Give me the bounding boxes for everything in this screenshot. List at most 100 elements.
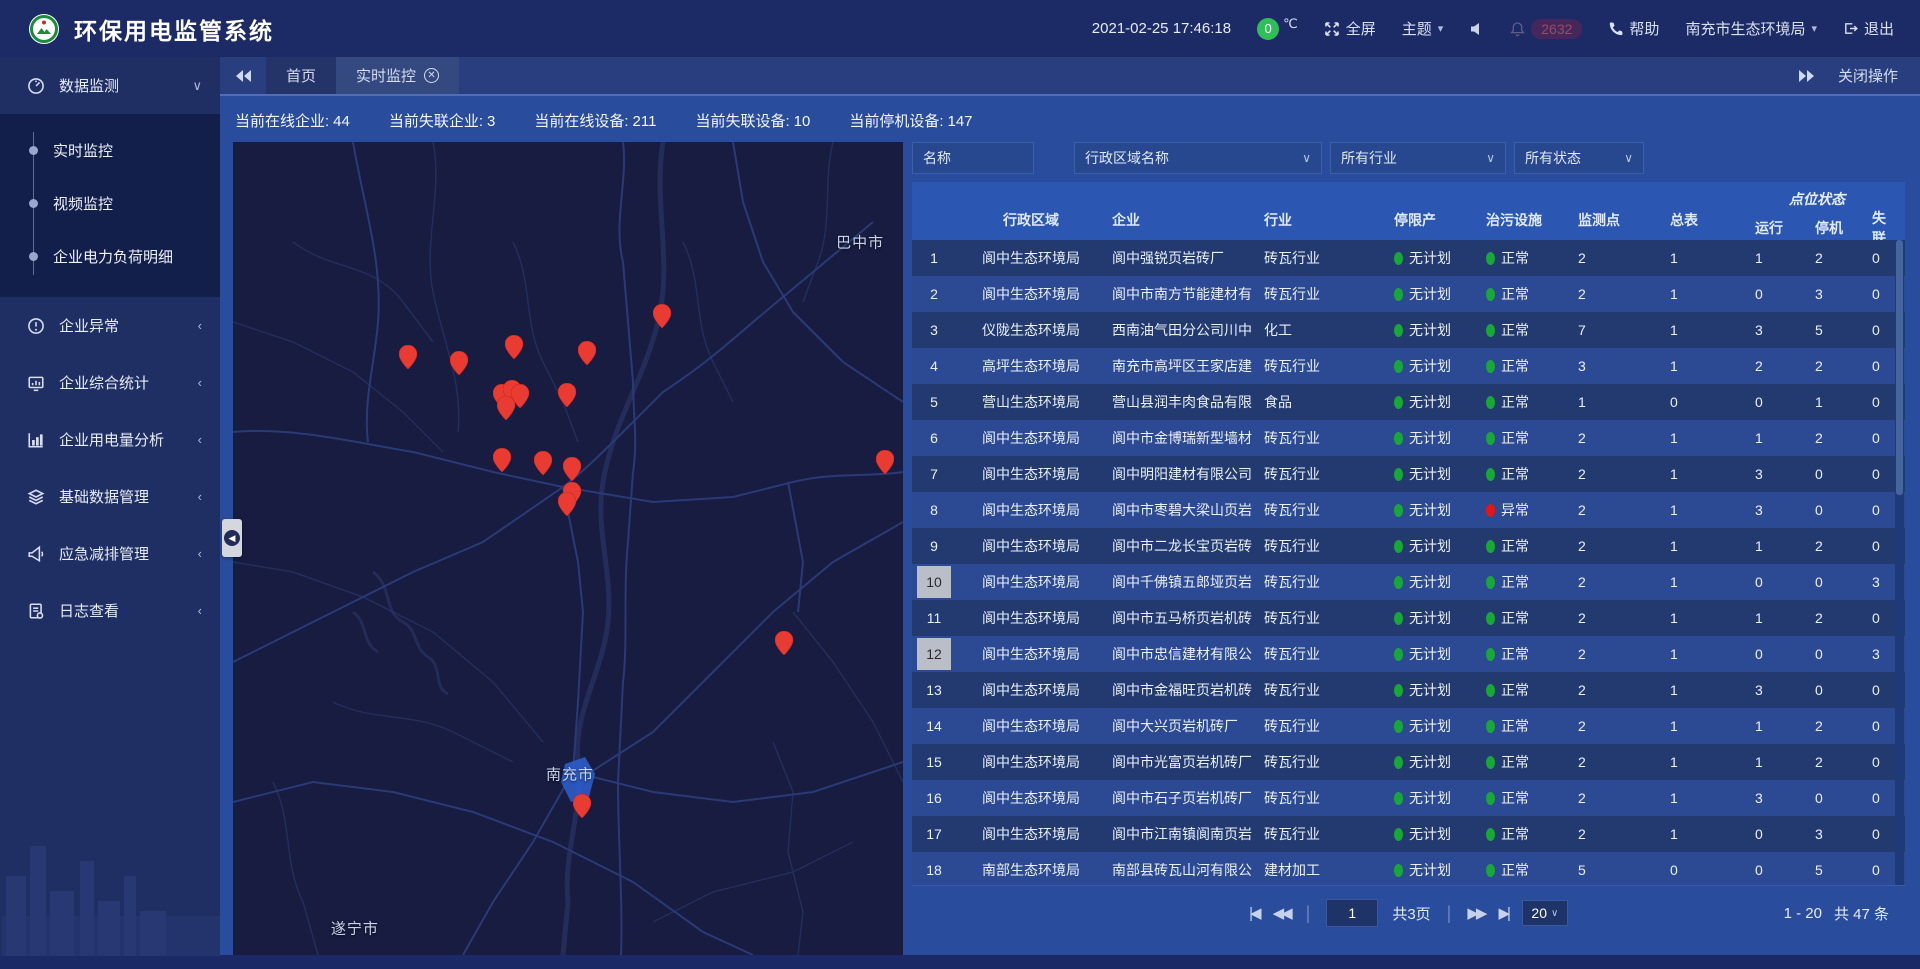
cell-company[interactable]: 阆中市石子页岩机砖厂 <box>1106 788 1258 808</box>
mute-icon[interactable] <box>1469 22 1484 36</box>
close-operations-button[interactable]: 关闭操作 <box>1832 57 1920 94</box>
map-pin-icon[interactable] <box>497 396 515 420</box>
stop-status-text: 无计划 <box>1409 392 1451 412</box>
table-row[interactable]: 9阆中生态环境局阆中市二龙长宝页岩砖砖瓦行业无计划正常21120 <box>912 528 1905 564</box>
sidebar-item-4[interactable]: 基础数据管理‹ <box>0 468 220 525</box>
table-row[interactable]: 13阆中生态环境局阆中市金福旺页岩机砖砖瓦行业无计划正常21300 <box>912 672 1905 708</box>
status-dot-green-icon <box>1486 288 1495 301</box>
chevron-collapsed-icon: ‹ <box>198 318 202 333</box>
table-row[interactable]: 18南部生态环境局南部县砖瓦山河有限公建材加工无计划正常50050 <box>912 852 1905 885</box>
notifications[interactable]: 2632 <box>1510 19 1582 39</box>
enterprise-panel: 名称 行政区域名称∨ 所有行业∨ 所有状态∨ 行政区域 企业 行业 停限产 治污… <box>912 142 1905 940</box>
map-pin-icon[interactable] <box>558 492 576 516</box>
first-page-button[interactable]: |◀ <box>1249 904 1258 922</box>
table-row[interactable]: 4高坪生态环境局南充市高坪区王家店建砖瓦行业无计划正常31220 <box>912 348 1905 384</box>
table-row[interactable]: 3仪陇生态环境局西南油气田分公司川中化工无计划正常71350 <box>912 312 1905 348</box>
sidebar-subitem[interactable]: 企业电力负荷明细 <box>0 230 220 283</box>
cell-company[interactable]: 南充市高坪区王家店建 <box>1106 356 1258 376</box>
page-size-select[interactable]: 20∨ <box>1522 900 1568 926</box>
map-pin-icon[interactable] <box>775 631 793 655</box>
table-row[interactable]: 11阆中生态环境局阆中市五马桥页岩机砖砖瓦行业无计划正常21120 <box>912 600 1905 636</box>
row-index-cell: 1 <box>912 248 956 268</box>
cell-company[interactable]: 阆中市南方节能建材有 <box>1106 284 1258 304</box>
sidebar-item-5[interactable]: 应急减排管理‹ <box>0 525 220 582</box>
tabs-scroll-right-button[interactable] <box>1780 57 1832 94</box>
table-scrollbar[interactable] <box>1895 240 1904 885</box>
map-pin-icon[interactable] <box>876 450 894 474</box>
map-pin-icon[interactable] <box>653 304 671 328</box>
logout-button[interactable]: 退出 <box>1843 18 1894 39</box>
status-select[interactable]: 所有状态∨ <box>1514 142 1644 174</box>
sidebar-subitem[interactable]: 视频监控 <box>0 177 220 230</box>
table-row[interactable]: 8阆中生态环境局阆中市枣碧大梁山页岩砖瓦行业无计划异常21300 <box>912 492 1905 528</box>
user-dropdown[interactable]: 南充市生态环境局▾ <box>1685 18 1817 39</box>
table-row[interactable]: 7阆中生态环境局阆中明阳建材有限公司砖瓦行业无计划正常21300 <box>912 456 1905 492</box>
cell-company[interactable]: 阆中市光富页岩机砖厂 <box>1106 752 1258 772</box>
cell-company[interactable]: 阆中市枣碧大梁山页岩 <box>1106 500 1258 520</box>
cell-company[interactable]: 阆中强锐页岩砖厂 <box>1106 248 1258 268</box>
table-row[interactable]: 1阆中生态环境局阆中强锐页岩砖厂砖瓦行业无计划正常21120 <box>912 240 1905 276</box>
table-row[interactable]: 5营山生态环境局营山县润丰肉食品有限食品无计划正常10010 <box>912 384 1905 420</box>
industry-select[interactable]: 所有行业∨ <box>1330 142 1506 174</box>
region-select[interactable]: 行政区域名称∨ <box>1074 142 1322 174</box>
cell-company[interactable]: 阆中市金博瑞新型墙材 <box>1106 428 1258 448</box>
map-pin-icon[interactable] <box>563 457 581 481</box>
name-search-input[interactable]: 名称 <box>912 142 1034 174</box>
scrollbar-thumb[interactable] <box>1896 240 1903 495</box>
table-row[interactable]: 2阆中生态环境局阆中市南方节能建材有砖瓦行业无计划正常21030 <box>912 276 1905 312</box>
cell-run-count: 0 <box>1742 574 1806 590</box>
cell-company[interactable]: 南部县砖瓦山河有限公 <box>1106 860 1258 880</box>
table-row[interactable]: 15阆中生态环境局阆中市光富页岩机砖厂砖瓦行业无计划正常21120 <box>912 744 1905 780</box>
page-number-input[interactable]: 1 <box>1326 899 1378 927</box>
cell-company[interactable]: 西南油气田分公司川中 <box>1106 320 1258 340</box>
help-button[interactable]: 帮助 <box>1608 18 1659 39</box>
last-page-button[interactable]: ▶| <box>1498 904 1507 922</box>
sidebar-item-1[interactable]: 企业异常‹ <box>0 297 220 354</box>
table-row[interactable]: 16阆中生态环境局阆中市石子页岩机砖厂砖瓦行业无计划正常21300 <box>912 780 1905 816</box>
theme-dropdown[interactable]: 主题▾ <box>1402 18 1444 39</box>
cell-company[interactable]: 阆中市五马桥页岩机砖 <box>1106 608 1258 628</box>
close-tab-icon[interactable]: ✕ <box>424 68 439 83</box>
table-row[interactable]: 10阆中生态环境局阆中千佛镇五郎垭页岩砖瓦行业无计划正常21003 <box>912 564 1905 600</box>
map-pin-icon[interactable] <box>450 351 468 375</box>
pager-divider: | <box>1447 903 1452 924</box>
cell-monitor-count: 2 <box>1570 754 1656 770</box>
fullscreen-button[interactable]: 全屏 <box>1324 18 1376 39</box>
table-row[interactable]: 6阆中生态环境局阆中市金博瑞新型墙材砖瓦行业无计划正常21120 <box>912 420 1905 456</box>
map-panel[interactable]: 巴中市南充市遂宁市 <box>233 142 903 955</box>
sidebar-item-3[interactable]: 企业用电量分析‹ <box>0 411 220 468</box>
chevron-down-icon: ∨ <box>1624 151 1633 165</box>
cell-company[interactable]: 阆中市江南镇阆南页岩 <box>1106 824 1258 844</box>
map-pin-icon[interactable] <box>534 451 552 475</box>
cell-company[interactable]: 阆中千佛镇五郎垭页岩 <box>1106 572 1258 592</box>
tabs-scroll-left-button[interactable] <box>220 57 266 94</box>
map-pin-icon[interactable] <box>505 335 523 359</box>
cell-company[interactable]: 营山县润丰肉食品有限 <box>1106 392 1258 412</box>
cell-company[interactable]: 阆中大兴页岩机砖厂 <box>1106 716 1258 736</box>
map-pin-icon[interactable] <box>578 341 596 365</box>
map-pin-icon[interactable] <box>399 345 417 369</box>
cell-company[interactable]: 阆中明阳建材有限公司 <box>1106 464 1258 484</box>
cell-stop-status: 无计划 <box>1386 608 1478 628</box>
sidebar-collapse-handle[interactable]: ◀ <box>222 519 242 557</box>
cell-company[interactable]: 阆中市二龙长宝页岩砖 <box>1106 536 1258 556</box>
sidebar-item-2[interactable]: 企业综合统计‹ <box>0 354 220 411</box>
prev-page-button[interactable]: ◀◀ <box>1273 904 1290 922</box>
map-pin-icon[interactable] <box>493 448 511 472</box>
tab-realtime-monitor[interactable]: 实时监控 ✕ <box>336 57 459 94</box>
sidebar-subitem[interactable]: 实时监控 <box>0 124 220 177</box>
sidebar-item-6[interactable]: 日志查看‹ <box>0 582 220 639</box>
cell-company[interactable]: 阆中市金福旺页岩机砖 <box>1106 680 1258 700</box>
cell-facility-status: 正常 <box>1478 536 1570 556</box>
map-pin-icon[interactable] <box>573 794 591 818</box>
table-row[interactable]: 17阆中生态环境局阆中市江南镇阆南页岩砖瓦行业无计划正常21030 <box>912 816 1905 852</box>
table-row[interactable]: 14阆中生态环境局阆中大兴页岩机砖厂砖瓦行业无计划正常21120 <box>912 708 1905 744</box>
sidebar-item-0[interactable]: 数据监测∨ <box>0 57 220 114</box>
cell-monitor-count: 2 <box>1570 826 1656 842</box>
next-page-button[interactable]: ▶▶ <box>1467 904 1484 922</box>
tab-home[interactable]: 首页 <box>266 57 336 94</box>
map-pin-icon[interactable] <box>558 383 576 407</box>
cell-company[interactable]: 阆中市忠信建材有限公 <box>1106 644 1258 664</box>
app-logo-icon <box>28 13 60 45</box>
table-row[interactable]: 12阆中生态环境局阆中市忠信建材有限公砖瓦行业无计划正常21003 <box>912 636 1905 672</box>
